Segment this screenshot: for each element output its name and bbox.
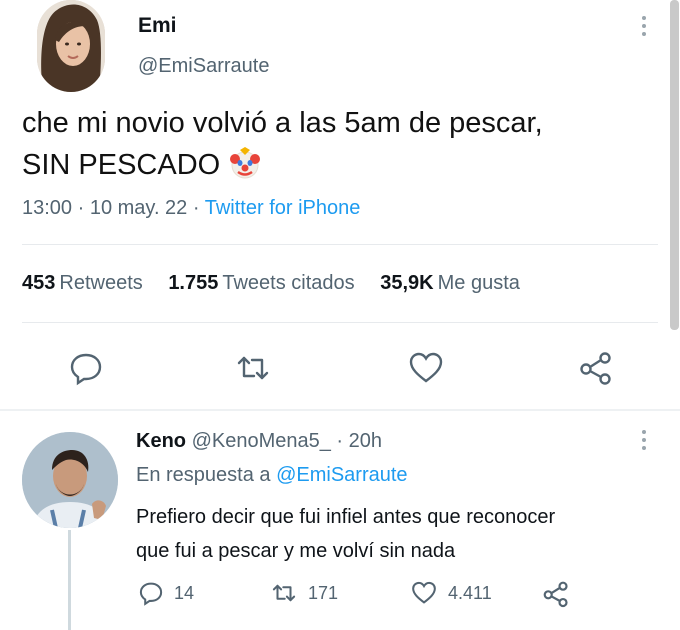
retweet-icon[interactable] <box>235 350 271 386</box>
author-handle[interactable]: @EmiSarraute <box>138 55 269 78</box>
retweets-stat[interactable]: 453 Retweets <box>22 272 143 294</box>
retweet-icon <box>272 584 296 602</box>
thread-separator <box>0 409 680 411</box>
meta-separator: · <box>192 197 205 219</box>
reply-author-name[interactable]: Keno <box>136 430 186 452</box>
clown-face-emoji <box>228 146 262 180</box>
more-vertical-icon[interactable] <box>641 16 647 40</box>
retweets-label: Retweets <box>59 272 143 294</box>
likes-label: Me gusta <box>437 272 520 294</box>
reply-icon[interactable] <box>68 350 104 386</box>
more-vertical-icon[interactable] <box>641 430 647 454</box>
reply-action-share[interactable] <box>542 580 580 608</box>
reply-text-line-2: que fui a pescar y me volví sin nada <box>136 540 456 562</box>
share-icon <box>543 581 568 608</box>
in-reply-to: En respuesta a @EmiSarraute <box>136 464 408 487</box>
reply-author-avatar[interactable] <box>22 432 118 528</box>
meta-separator: · <box>336 430 349 452</box>
quotes-label: Tweets citados <box>222 272 355 294</box>
likes-count: 35,9K <box>380 272 434 294</box>
tweet-text-line-1: che mi novio volvió a las 5am de pescar, <box>22 107 543 139</box>
reply-action-retweet[interactable]: 171 <box>270 580 338 606</box>
tweet-source[interactable]: Twitter for iPhone <box>205 197 361 219</box>
tweet-time[interactable]: 13:00 <box>22 197 72 219</box>
reply-action-like[interactable]: 4.411 <box>410 580 492 606</box>
author-avatar[interactable] <box>37 0 105 92</box>
reply-likes-count: 4.411 <box>448 582 492 603</box>
scrollbar[interactable] <box>670 0 679 330</box>
tweet-meta: 13:00 · 10 may. 22 · Twitter for iPhone <box>22 197 360 220</box>
share-icon[interactable] <box>578 350 614 386</box>
reply-header: Keno @KenoMena5_ · 20h <box>136 430 382 453</box>
heart-icon[interactable] <box>408 350 444 386</box>
tweet-text-line-2: SIN PESCADO <box>22 144 543 186</box>
reply-icon <box>139 582 163 606</box>
quotes-count: 1.755 <box>168 272 219 294</box>
divider <box>22 322 658 323</box>
reply-text: Prefiero decir que fui infiel antes que … <box>136 500 555 568</box>
tweet-stats: 453 Retweets 1.755 Tweets citados 35,9K Me … <box>22 272 540 295</box>
meta-separator: · <box>77 197 90 219</box>
thread-line <box>68 530 71 630</box>
in-reply-to-prefix: En respuesta a <box>136 464 271 486</box>
likes-stat[interactable]: 35,9K Me gusta <box>380 272 520 294</box>
author-name[interactable]: Emi <box>138 14 177 38</box>
retweets-count: 453 <box>22 272 56 294</box>
reply-replies-count: 14 <box>174 582 195 603</box>
tweet-text: che mi novio volvió a las 5am de pescar,… <box>22 102 543 186</box>
divider <box>22 244 658 245</box>
in-reply-to-handle[interactable]: @EmiSarraute <box>276 464 407 486</box>
quotes-stat[interactable]: 1.755 Tweets citados <box>168 272 354 294</box>
tweet-text-line-2-text: SIN PESCADO <box>22 149 221 181</box>
reply-action-reply[interactable]: 14 <box>138 580 194 606</box>
reply-author-handle[interactable]: @KenoMena5_ <box>192 430 331 452</box>
reply-retweets-count: 171 <box>308 582 339 603</box>
reply-text-line-1: Prefiero decir que fui infiel antes que … <box>136 506 556 528</box>
heart-icon <box>412 581 436 604</box>
tweet-date[interactable]: 10 may. 22 <box>90 197 187 219</box>
reply-age[interactable]: 20h <box>349 430 382 452</box>
